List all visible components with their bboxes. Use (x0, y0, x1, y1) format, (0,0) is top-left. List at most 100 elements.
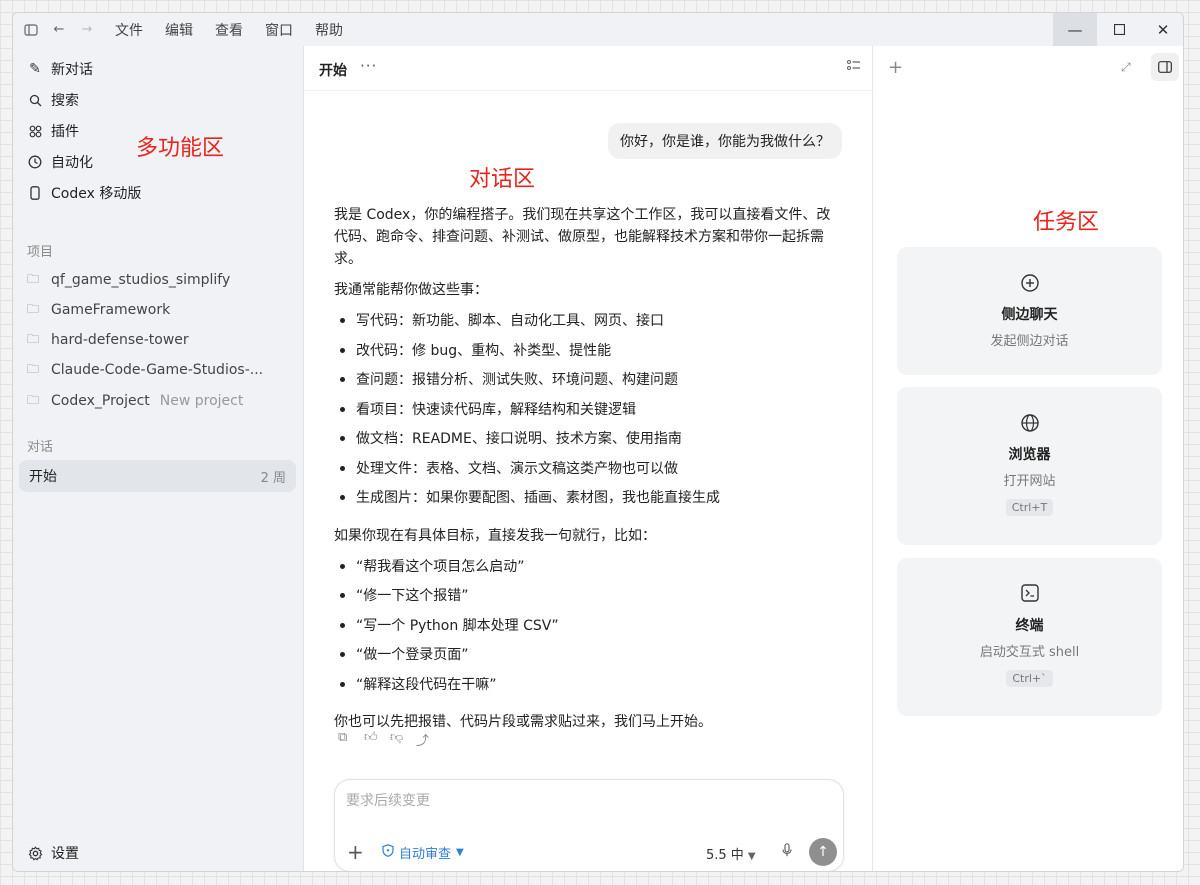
forward-arrow-icon[interactable]: → (73, 13, 101, 46)
list-item: 生成图片：如果你要配图、插画、素材图，我也能直接生成 (334, 487, 834, 517)
menu-help[interactable]: 帮助 (315, 20, 343, 40)
card-title: 侧边聊天 (1001, 307, 1058, 323)
model-label: 5.5 中 (706, 848, 744, 863)
list-item: “写一个 Python 脚本处理 CSV” (334, 615, 834, 645)
app-window: ← → 文件 编辑 查看 窗口 帮助 — ✕ ✎ 新对话 搜索 插件 自动化 C… (12, 12, 1184, 872)
browser-card[interactable]: 浏览器 打开网站 Ctrl+T (897, 387, 1162, 545)
conversations-heading: 对话 (27, 440, 54, 455)
conversation-item-active[interactable]: 开始 2 周 (19, 460, 296, 492)
send-button[interactable]: ↑ (809, 838, 837, 866)
annotation-tasks: 任务区 (1033, 210, 1100, 235)
sidebar-toggle-icon[interactable] (17, 13, 45, 46)
project-subtitle: New project (159, 393, 244, 409)
message-actions: ⧉ 👍︎ 👎︎ ⤴ (338, 730, 442, 749)
terminal-card[interactable]: 终端 启动交互式 shell Ctrl+` (897, 558, 1162, 716)
panel-toggle-icon[interactable] (1151, 53, 1179, 81)
menu-file[interactable]: 文件 (115, 20, 143, 40)
grid-icon (27, 125, 43, 138)
examples-list: “帮我看这个项目怎么启动” “修一下这个报错” “写一个 Python 脚本处理… (334, 556, 834, 704)
conversation-name: 开始 (29, 469, 57, 485)
phone-icon (27, 186, 43, 200)
list-item: 看项目：快速读代码库，解释结构和关键逻辑 (334, 399, 834, 429)
nav-search[interactable]: 搜索 (27, 88, 79, 112)
more-options-icon[interactable]: ··· (360, 57, 377, 75)
search-icon (27, 94, 43, 107)
folder-icon: 🗀 (27, 392, 40, 407)
add-tab-icon[interactable]: + (888, 57, 903, 78)
project-item[interactable]: 🗀 qf_game_studios_simplify (27, 269, 230, 291)
project-name: Claude-Code-Game-Studios-... (51, 362, 264, 378)
card-title: 浏览器 (1008, 447, 1051, 463)
list-item: “帮我看这个项目怎么启动” (334, 556, 834, 586)
thumbs-down-icon[interactable]: 👎︎ (390, 730, 416, 749)
project-item[interactable]: 🗀 Claude-Code-Game-Studios-... (27, 359, 263, 381)
shortcut-badge: Ctrl+T (1005, 499, 1054, 516)
project-name: qf_game_studios_simplify (51, 272, 231, 288)
side-chat-card[interactable]: 侧边聊天 发起侧边对话 (897, 247, 1162, 375)
chevron-down-icon: ▼ (747, 851, 756, 862)
fork-icon[interactable]: ⤴ (416, 730, 442, 749)
thumbs-up-icon[interactable]: 👍︎ (364, 730, 390, 749)
add-attachment-icon[interactable]: + (347, 840, 364, 864)
close-button[interactable]: ✕ (1141, 13, 1183, 46)
outline-list-icon[interactable] (847, 59, 861, 75)
review-mode-label: 自动审查 (399, 847, 452, 862)
nav-label: 新对话 (51, 62, 93, 78)
maximize-button[interactable] (1097, 13, 1141, 46)
settings-label: 设置 (51, 846, 79, 862)
chat-header: 开始 ··· (304, 46, 873, 91)
chevron-down-icon: ▼ (456, 847, 464, 858)
nav-automation[interactable]: 自动化 (27, 150, 93, 174)
projects-heading: 项目 (27, 245, 54, 260)
user-message: 你好，你是谁，你能为我做什么？ (608, 123, 842, 159)
review-mode-dropdown[interactable]: 自动审查 ▼ (382, 843, 464, 862)
terminal-icon (1020, 584, 1039, 606)
folder-icon: 🗀 (27, 331, 40, 346)
chat-title: 开始 (319, 63, 347, 79)
project-name: hard-defense-tower (51, 332, 189, 348)
card-subtitle: 发起侧边对话 (990, 334, 1069, 349)
message-input[interactable] (346, 790, 826, 812)
answer-intro: 我是 Codex，你的编程搭子。我们现在共享这个工作区，我可以直接看文件、改代码… (334, 207, 831, 267)
project-item[interactable]: 🗀 hard-defense-tower (27, 329, 189, 351)
list-item: 查问题：报错分析、测试失败、环境问题、构建问题 (334, 369, 834, 399)
project-name: GameFramework (51, 302, 171, 318)
minimize-button[interactable]: — (1053, 13, 1097, 46)
title-bar: ← → 文件 编辑 查看 窗口 帮助 — ✕ (13, 13, 1183, 46)
settings-button[interactable]: 设置 (27, 841, 79, 865)
nav-label: Codex 移动版 (51, 186, 142, 202)
menu-window[interactable]: 窗口 (265, 20, 293, 40)
menu-edit[interactable]: 编辑 (165, 20, 193, 40)
folder-icon: 🗀 (27, 361, 40, 376)
list-item: 处理文件：表格、文档、演示文稿这类产物也可以做 (334, 458, 834, 488)
back-arrow-icon[interactable]: ← (45, 13, 73, 46)
assistant-message: 我是 Codex，你的编程搭子。我们现在共享这个工作区，我可以直接看文件、改代码… (334, 204, 834, 742)
expand-icon[interactable]: ⤢ (1121, 60, 1131, 75)
nav-label: 搜索 (51, 93, 79, 109)
nav-mobile[interactable]: Codex 移动版 (27, 181, 141, 205)
model-selector[interactable]: 5.5 中 ▼ (706, 844, 756, 863)
globe-icon (1020, 413, 1040, 435)
nav-new-chat[interactable]: ✎ 新对话 (27, 57, 93, 81)
project-item[interactable]: 🗀 GameFramework (27, 299, 170, 321)
microphone-icon[interactable] (782, 843, 792, 861)
card-subtitle: 打开网站 (1003, 474, 1056, 489)
answer-lead2: 如果你现在有具体目标，直接发我一句就行，比如： (334, 527, 656, 544)
nav-label: 插件 (51, 124, 79, 140)
task-pane: + ⤢ 任务区 侧边聊天 发起侧边对话 浏览器 打开网站 Ctrl+T 终端 启… (873, 46, 1183, 871)
list-item: “做一个登录页面” (334, 644, 834, 674)
sidebar: ✎ 新对话 搜索 插件 自动化 Codex 移动版 多功能区 项目 🗀 qf_g… (13, 46, 304, 871)
card-title: 终端 (1015, 618, 1044, 634)
capability-list: 写代码：新功能、脚本、自动化工具、网页、接口 改代码：修 bug、重构、补类型、… (334, 310, 834, 517)
menu-view[interactable]: 查看 (215, 20, 243, 40)
nav-plugins[interactable]: 插件 (27, 119, 79, 143)
list-item: 写代码：新功能、脚本、自动化工具、网页、接口 (334, 310, 834, 340)
window-controls: — ✕ (1053, 13, 1183, 46)
annotation-multifunction: 多功能区 (136, 136, 225, 161)
gear-icon (27, 845, 43, 861)
card-subtitle: 启动交互式 shell (979, 645, 1080, 660)
project-item[interactable]: 🗀 Codex_Project New project (27, 390, 243, 412)
copy-icon[interactable]: ⧉ (338, 730, 364, 749)
shield-icon (382, 844, 394, 861)
folder-icon: 🗀 (27, 301, 40, 316)
